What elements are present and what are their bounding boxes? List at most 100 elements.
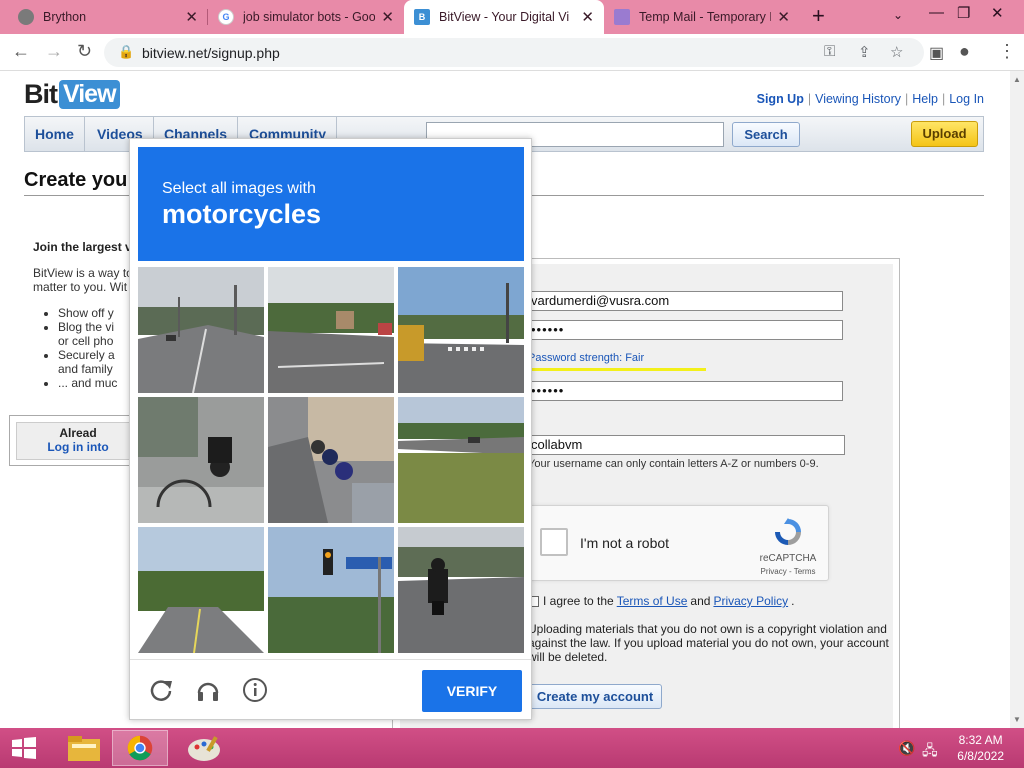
captcha-tile-road-trees[interactable] xyxy=(138,527,264,653)
nav-home[interactable]: Home xyxy=(25,117,85,151)
agree-and-text: and xyxy=(690,594,711,608)
close-tab-icon[interactable]: ✕ xyxy=(581,8,594,26)
list-item: Show off y xyxy=(58,306,117,320)
login-into-link[interactable]: Log in into xyxy=(47,440,108,454)
close-tab-icon[interactable]: ✕ xyxy=(777,8,790,26)
file-explorer-icon[interactable] xyxy=(56,730,112,766)
chrome-icon[interactable] xyxy=(112,730,168,766)
list-item: and family xyxy=(58,362,113,376)
confirm-password-field[interactable]: •••••• xyxy=(527,381,843,401)
minimize-icon[interactable]: — xyxy=(929,4,944,21)
captcha-footer-divider xyxy=(130,659,531,660)
captcha-challenge: Select all images with motorcycles VERIF… xyxy=(129,138,532,720)
tab-title: Temp Mail - Temporary E xyxy=(639,10,772,24)
agree-text: I agree to the xyxy=(543,594,614,608)
signup-link[interactable]: Sign Up xyxy=(757,92,804,106)
terms-link[interactable]: Terms of Use xyxy=(617,594,688,608)
close-tab-icon[interactable]: ✕ xyxy=(185,8,198,26)
sidebar-icon[interactable]: ▣ xyxy=(929,43,944,63)
tab-bitview[interactable]: B BitView - Your Digital Vi ✕ xyxy=(404,0,604,34)
agree-row: I agree to the Terms of Use and Privacy … xyxy=(528,594,794,608)
copyright-warning: Uploading materials that you do not own … xyxy=(528,622,889,664)
bitview-favicon-icon: B xyxy=(414,9,430,25)
captcha-tile-motorcycle-rider[interactable] xyxy=(398,527,524,653)
password-field[interactable]: •••••• xyxy=(527,320,843,340)
back-arrow-icon[interactable]: ← xyxy=(12,41,30,62)
page-title: Create you xyxy=(24,169,128,191)
help-link[interactable]: Help xyxy=(912,92,938,106)
recaptcha-widget: I'm not a robot reCAPTCHA Privacy - Term… xyxy=(527,505,829,581)
verify-button[interactable]: VERIFY xyxy=(422,670,522,712)
star-icon[interactable]: ☆ xyxy=(890,43,903,61)
already-member-box: Alread Log in into xyxy=(9,415,140,466)
tab-google[interactable]: G job simulator bots - Goo ✕ xyxy=(208,0,404,34)
tab-search-chevron-icon[interactable]: ⌄ xyxy=(893,8,903,22)
recaptcha-checkbox[interactable] xyxy=(540,528,568,556)
google-favicon-icon: G xyxy=(218,9,234,25)
close-window-icon[interactable]: ✕ xyxy=(991,4,1004,22)
clock-time: 8:32 AM xyxy=(958,733,1003,747)
list-item: Blog the vi xyxy=(58,320,117,334)
recaptcha-links[interactable]: Privacy - Terms xyxy=(756,567,820,576)
already-member-inner: Alread Log in into xyxy=(16,422,140,460)
key-icon[interactable]: ⚿ xyxy=(824,43,835,60)
captcha-tile-road-intersection-2[interactable] xyxy=(268,267,394,393)
captcha-prompt: Select all images with xyxy=(162,180,316,197)
forward-arrow-icon[interactable]: → xyxy=(45,41,63,62)
lock-icon[interactable]: 🔒 xyxy=(118,44,134,60)
captcha-tile-parked-motorcycles-row[interactable] xyxy=(268,397,394,523)
scroll-down-arrow-icon[interactable]: ▼ xyxy=(1013,715,1021,724)
share-icon[interactable]: ⇪ xyxy=(858,43,871,61)
reload-icon[interactable]: ↻ xyxy=(77,41,92,62)
upload-button[interactable]: Upload xyxy=(911,121,978,147)
tempmail-favicon-icon xyxy=(614,9,630,25)
password-strength-text: Password strength: Fair xyxy=(528,352,645,364)
recaptcha-label: I'm not a robot xyxy=(580,535,670,551)
logo-bit-text: Bit xyxy=(24,78,58,109)
brython-favicon-icon xyxy=(18,9,34,25)
viewing-history-link[interactable]: Viewing History xyxy=(815,92,901,106)
captcha-tile-field-roadside[interactable] xyxy=(398,397,524,523)
list-item: Securely a xyxy=(58,348,117,362)
already-text: Alread xyxy=(59,426,97,440)
system-clock[interactable]: 8:32 AM 6/8/2022 xyxy=(957,732,1004,764)
search-button[interactable]: Search xyxy=(732,122,800,147)
reload-challenge-icon[interactable] xyxy=(148,677,174,703)
audio-challenge-icon[interactable] xyxy=(195,677,221,703)
screen: Brython ✕ G job simulator bots - Goo ✕ B… xyxy=(0,0,1024,768)
top-links: Sign Up | Viewing History | Help | Log In xyxy=(756,92,984,106)
recaptcha-logo-icon xyxy=(775,518,801,545)
network-icon[interactable]: 🖧 xyxy=(922,740,938,764)
username-field[interactable]: collabvm xyxy=(527,435,845,455)
page-scrollbar[interactable]: ▲ ▼ xyxy=(1010,71,1024,728)
captcha-tile-road-intersection[interactable] xyxy=(138,267,264,393)
windows-start-icon[interactable] xyxy=(6,730,42,766)
browser-toolbar: ← → ↻ 🔒 bitview.net/signup.php ⚿ ⇪ ☆ ▣ ●… xyxy=(0,34,1024,71)
tab-tempmail[interactable]: Temp Mail - Temporary E ✕ xyxy=(604,0,800,34)
join-heading: Join the largest v xyxy=(33,240,132,254)
captcha-tile-traffic-light-sign[interactable] xyxy=(268,527,394,653)
new-tab-icon[interactable]: + xyxy=(812,3,825,29)
menu-kebab-icon[interactable]: ⋮ xyxy=(998,41,1016,62)
tab-brython[interactable]: Brython ✕ xyxy=(8,0,208,34)
info-icon[interactable] xyxy=(242,677,268,703)
captcha-tile-parked-motorcycle[interactable] xyxy=(138,397,264,523)
login-link[interactable]: Log In xyxy=(949,92,984,106)
close-tab-icon[interactable]: ✕ xyxy=(381,8,394,26)
privacy-link[interactable]: Privacy Policy xyxy=(713,594,788,608)
email-field[interactable]: vardumerdi@vusra.com xyxy=(527,291,843,311)
paint-icon[interactable] xyxy=(176,730,232,766)
bitview-logo[interactable]: Bit View xyxy=(24,77,120,111)
windows-taskbar: 🔇 🖧 8:32 AM 6/8/2022 xyxy=(0,728,1024,768)
restore-icon[interactable]: ❐ xyxy=(957,4,970,22)
captcha-tile-sidewalk-crossing[interactable] xyxy=(398,267,524,393)
scroll-up-arrow-icon[interactable]: ▲ xyxy=(1013,75,1021,84)
url-text[interactable]: bitview.net/signup.php xyxy=(142,45,280,61)
captcha-header: Select all images with motorcycles xyxy=(138,147,524,261)
address-bar[interactable]: 🔒 bitview.net/signup.php ⚿ ⇪ ☆ xyxy=(104,38,924,67)
profile-icon[interactable]: ● xyxy=(959,41,970,62)
feature-list: Show off y Blog the vi or cell pho Secur… xyxy=(58,306,117,390)
volume-muted-icon[interactable]: 🔇 xyxy=(898,740,915,757)
create-account-button[interactable]: Create my account xyxy=(528,684,662,709)
recaptcha-brand: reCAPTCHA xyxy=(759,553,817,564)
